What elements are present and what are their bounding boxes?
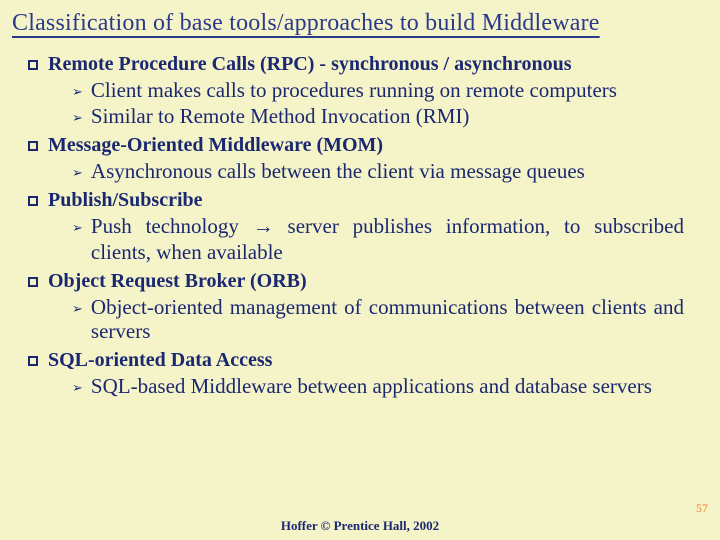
sub-item-text: Asynchronous calls between the client vi… [91, 159, 601, 183]
square-bullet-icon [28, 277, 38, 287]
item-label: Publish/Subscribe [48, 189, 203, 212]
sub-item-text: SQL-based Middleware between application… [91, 374, 668, 398]
arrow-icon: → [253, 215, 274, 238]
chevron-icon: ➢ [72, 165, 83, 181]
square-bullet-icon [28, 196, 38, 206]
chevron-icon: ➢ [72, 84, 83, 100]
chevron-icon: ➢ [72, 380, 83, 396]
sub-item: ➢ SQL-based Middleware between applicati… [72, 374, 700, 398]
list-item: Remote Procedure Calls (RPC) - synchrono… [28, 53, 700, 76]
square-bullet-icon [28, 356, 38, 366]
footer-copyright: Hoffer © Prentice Hall, 2002 [0, 518, 720, 534]
square-bullet-icon [28, 60, 38, 70]
list-item: Publish/Subscribe [28, 189, 700, 212]
slide-body: Remote Procedure Calls (RPC) - synchrono… [0, 41, 720, 398]
item-label-text: Remote Procedure Calls (RPC) - [48, 53, 326, 75]
item-label: Message-Oriented Middleware (MOM) [48, 134, 383, 157]
item-label: Remote Procedure Calls (RPC) - synchrono… [48, 53, 572, 76]
sub-item-text: Object-oriented management of communicat… [91, 295, 700, 343]
chevron-icon: ➢ [72, 110, 83, 126]
sub-item: ➢ Push technology → server publishes inf… [72, 214, 700, 263]
sub-item-text: Push technology → server publishes infor… [91, 214, 700, 263]
item-label-suffix: synchronous / asynchronous [331, 53, 571, 75]
chevron-icon: ➢ [72, 220, 83, 236]
page-number: 57 [696, 501, 708, 516]
sub-item: ➢ Asynchronous calls between the client … [72, 159, 700, 183]
chevron-icon: ➢ [72, 301, 83, 317]
square-bullet-icon [28, 141, 38, 151]
slide-title: Classification of base tools/approaches … [0, 0, 720, 41]
sub-item-text: Similar to Remote Method Invocation (RMI… [91, 104, 486, 128]
sub-item: ➢ Similar to Remote Method Invocation (R… [72, 104, 700, 128]
list-item: Message-Oriented Middleware (MOM) [28, 134, 700, 157]
item-label: SQL-oriented Data Access [48, 349, 272, 372]
sub-item: ➢ Object-oriented management of communic… [72, 295, 700, 343]
sub-item: ➢ Client makes calls to procedures runni… [72, 78, 700, 102]
list-item: Object Request Broker (ORB) [28, 270, 700, 293]
item-label: Object Request Broker (ORB) [48, 270, 307, 293]
list-item: SQL-oriented Data Access [28, 349, 700, 372]
sub-item-text: Client makes calls to procedures running… [91, 78, 633, 102]
